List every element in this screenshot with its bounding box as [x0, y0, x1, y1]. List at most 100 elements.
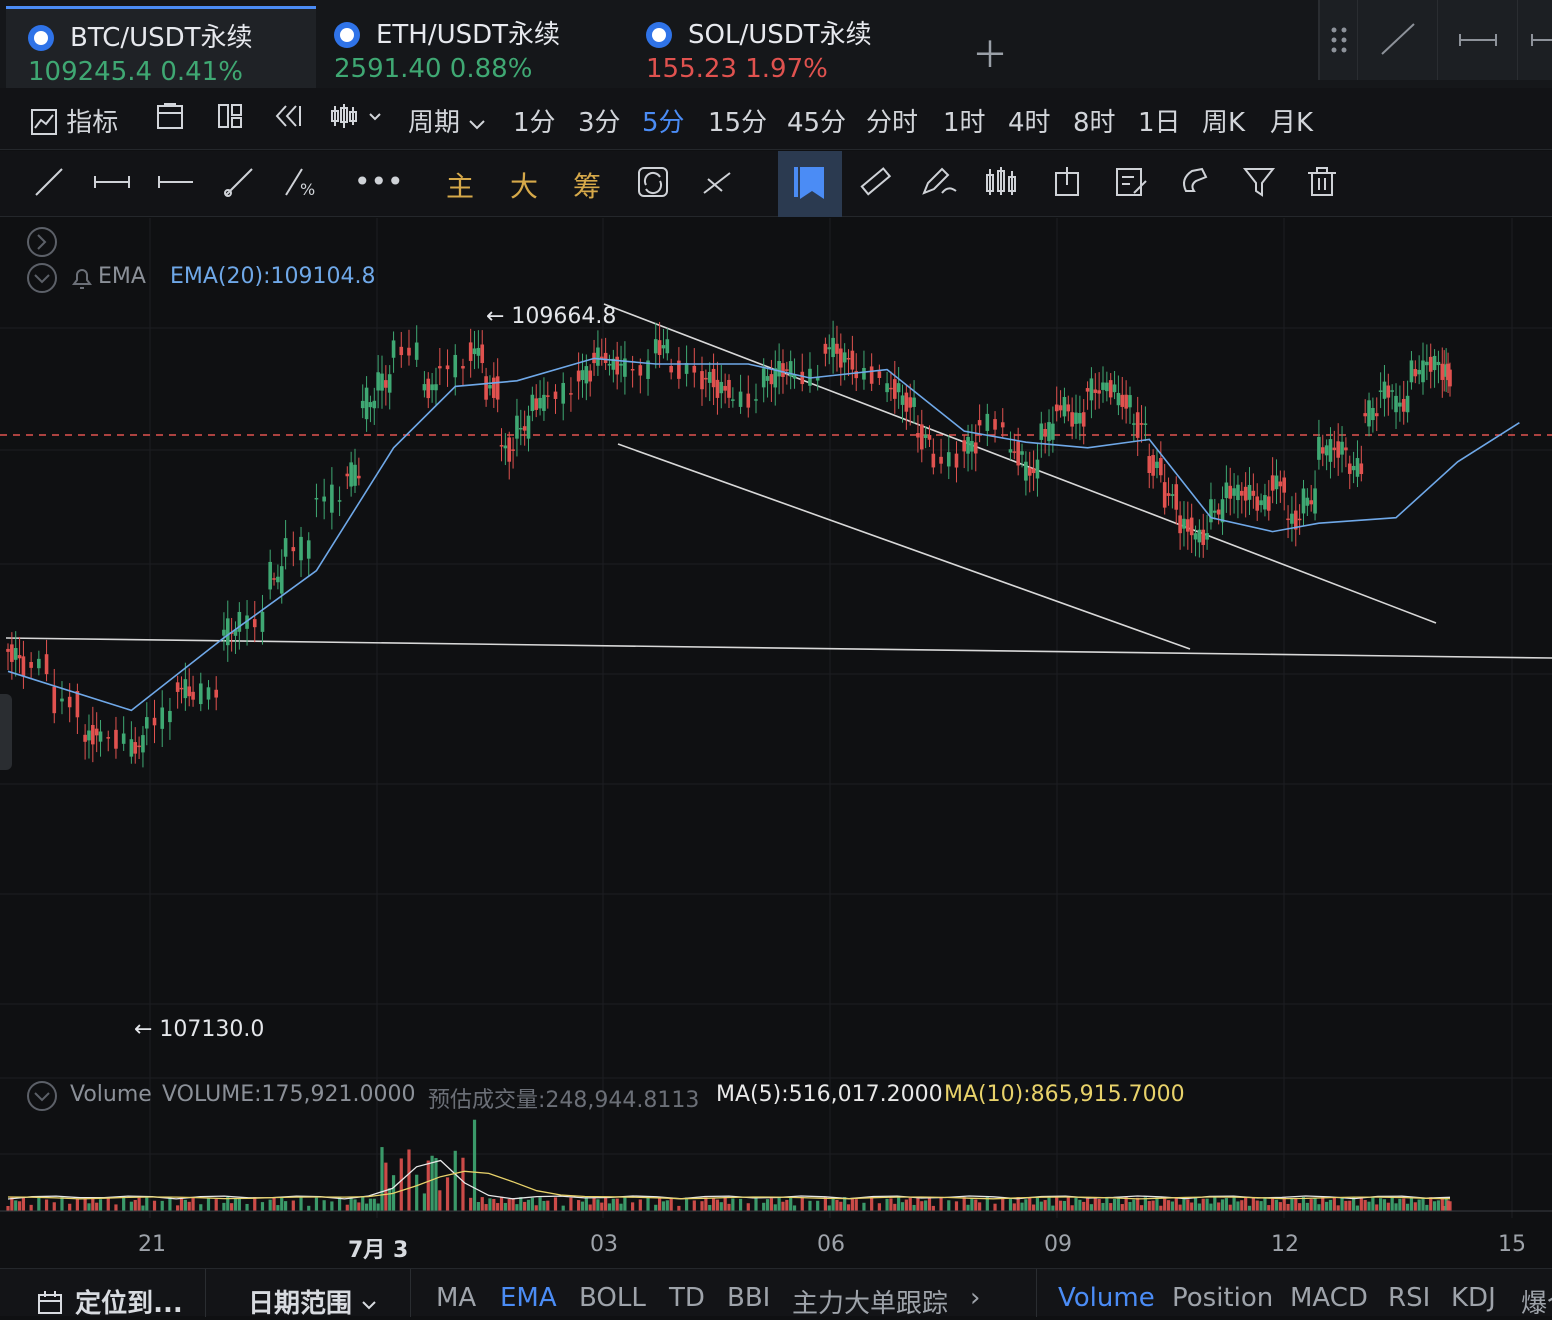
chevron-right-icon[interactable]: › — [970, 1283, 980, 1313]
indicator-button[interactable]: 指标 — [30, 102, 118, 139]
volume-bar — [1371, 1197, 1375, 1211]
candle-body — [222, 629, 226, 636]
period-dropdown[interactable]: 周期 — [408, 102, 486, 139]
tab-price: 2591.40 0.88% — [334, 54, 533, 84]
bookmark-button[interactable] — [778, 151, 842, 217]
interval-45m[interactable]: 45分 — [787, 102, 846, 139]
horizontal-segment-icon[interactable] — [92, 165, 132, 206]
candle-body — [1401, 398, 1406, 412]
candle-body — [145, 717, 149, 729]
horizontal-ray-icon[interactable] — [1437, 0, 1517, 80]
volume-bar — [299, 1197, 303, 1211]
volume-bar — [1240, 1200, 1244, 1211]
sub-indicator-liquidation[interactable]: 爆仓 — [1521, 1283, 1552, 1320]
trend-line-icon[interactable] — [32, 165, 66, 206]
volume-bar — [708, 1204, 712, 1211]
interval-1d[interactable]: 1日 — [1138, 102, 1181, 139]
ray-icon[interactable] — [222, 165, 256, 206]
interval-month[interactable]: 月K — [1270, 102, 1313, 139]
volume-bar — [384, 1162, 388, 1211]
indicator-boll[interactable]: BOLL — [579, 1283, 646, 1313]
volume-bar — [773, 1204, 777, 1211]
collapse-toggle-icon[interactable] — [26, 226, 58, 258]
candle-body — [657, 340, 662, 355]
more-tools-icon[interactable]: ••• — [354, 165, 404, 198]
volume-collapse-icon[interactable] — [26, 1080, 58, 1112]
horizontal-line-icon[interactable] — [1517, 0, 1552, 80]
layout-icon[interactable] — [156, 102, 184, 137]
drag-handle-icon[interactable] — [1319, 0, 1357, 80]
alert-bell-icon[interactable] — [68, 264, 96, 292]
volume-bar — [692, 1200, 696, 1211]
volume-bar — [927, 1197, 932, 1211]
locate-button[interactable]: 定位到... — [36, 1283, 183, 1320]
candle-body — [1035, 459, 1040, 479]
split-view-icon[interactable] — [216, 102, 244, 137]
interval-4h[interactable]: 4时 — [1008, 102, 1051, 139]
price-chart[interactable]: EMA EMA(20):109104.8 ← 109664.8 ← 107130… — [0, 218, 1552, 1268]
chart-type-dropdown[interactable] — [330, 102, 384, 137]
interval-week[interactable]: 周K — [1202, 102, 1245, 139]
candle-body — [480, 344, 485, 364]
side-panel-handle[interactable] — [0, 694, 12, 770]
volume-bar — [176, 1205, 180, 1211]
candle-body — [619, 363, 623, 366]
sync-drawing-icon[interactable] — [636, 165, 670, 206]
interval-15m[interactable]: 15分 — [708, 102, 767, 139]
trash-icon[interactable] — [1306, 165, 1338, 206]
add-tab-icon[interactable]: ＋ — [972, 26, 1008, 78]
magnet-icon[interactable] — [1178, 165, 1212, 206]
indicator-main-force[interactable]: 主力大单跟踪 — [792, 1283, 948, 1320]
candle-body — [75, 690, 80, 718]
indicator-bbi[interactable]: BBI — [727, 1283, 770, 1313]
interval-3m[interactable]: 3分 — [578, 102, 621, 139]
horizontal-ray-icon[interactable] — [156, 165, 196, 206]
chart-canvas[interactable] — [0, 218, 1552, 1268]
sub-indicator-rsi[interactable]: RSI — [1388, 1283, 1430, 1313]
volume-bar — [380, 1147, 384, 1211]
date-range-dropdown[interactable]: 日期范围 — [248, 1283, 377, 1320]
volume-bar — [646, 1197, 650, 1211]
indicator-td[interactable]: TD — [669, 1283, 705, 1313]
large-order-tool[interactable]: 大 — [510, 165, 538, 205]
ema-collapse-icon[interactable] — [26, 262, 58, 294]
tab-sol[interactable]: SOL/USDT永续 155.23 1.97% — [624, 6, 934, 88]
candle-body — [272, 578, 276, 580]
candle-body — [438, 366, 442, 369]
filter-icon[interactable] — [1242, 165, 1276, 206]
pen-icon[interactable] — [920, 165, 958, 206]
candle-body — [1324, 445, 1329, 456]
main-force-tool[interactable]: 主 — [446, 165, 474, 205]
trend-line-icon[interactable] — [1357, 0, 1437, 80]
position-icon[interactable] — [1052, 165, 1082, 206]
chips-tool[interactable]: 筹 — [573, 165, 601, 205]
sub-indicator-position[interactable]: Position — [1172, 1283, 1273, 1313]
tab-eth[interactable]: ETH/USDT永续 2591.40 0.88% — [312, 6, 622, 88]
volume-bar — [1047, 1197, 1051, 1211]
indicator-ma[interactable]: MA — [436, 1283, 476, 1313]
candle-body — [862, 367, 866, 380]
volume-bar — [1082, 1201, 1086, 1211]
candle-body — [1390, 390, 1394, 392]
interval-8h[interactable]: 8时 — [1073, 102, 1116, 139]
interval-5m[interactable]: 5分 — [642, 102, 685, 139]
replay-icon[interactable] — [274, 102, 302, 137]
tab-btc[interactable]: BTC/USDT永续 109245.4 0.41% — [6, 6, 316, 88]
volume-bar — [1008, 1198, 1013, 1211]
measure-icon[interactable] — [700, 165, 734, 206]
pattern-icon[interactable] — [984, 165, 1024, 206]
sub-indicator-macd[interactable]: MACD — [1290, 1283, 1368, 1313]
interval-1h[interactable]: 1时 — [943, 102, 986, 139]
sub-indicator-volume[interactable]: Volume — [1058, 1283, 1155, 1313]
symbol-tabs: BTC/USDT永续 109245.4 0.41% ETH/USDT永续 259… — [0, 0, 1552, 88]
interval-timeshare[interactable]: 分时 — [866, 102, 918, 139]
interval-1m[interactable]: 1分 — [513, 102, 556, 139]
volume-bar — [920, 1201, 924, 1211]
ruler-icon[interactable] — [858, 165, 892, 206]
note-icon[interactable] — [1114, 165, 1148, 206]
fibonacci-icon[interactable]: % — [282, 165, 326, 206]
indicator-ema[interactable]: EMA — [500, 1283, 557, 1313]
sub-indicator-kdj[interactable]: KDJ — [1451, 1283, 1496, 1313]
candle-body — [1247, 484, 1252, 500]
candle-body — [322, 496, 326, 502]
